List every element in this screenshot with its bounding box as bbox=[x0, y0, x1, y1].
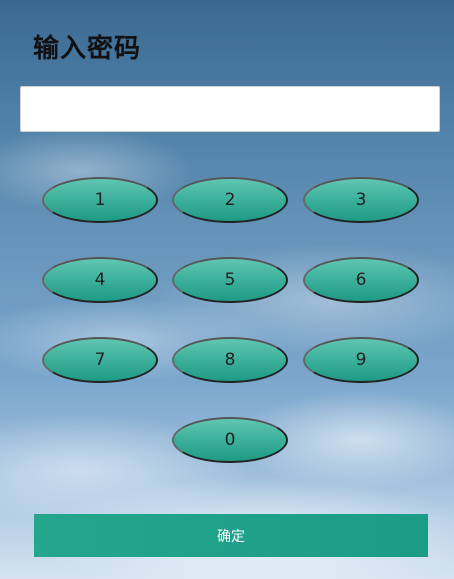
keypad-key-2[interactable]: 2 bbox=[172, 177, 288, 223]
keypad-key-7[interactable]: 7 bbox=[42, 337, 158, 383]
keypad-key-5[interactable]: 5 bbox=[172, 257, 288, 303]
password-input[interactable] bbox=[20, 86, 440, 132]
keypad-key-1[interactable]: 1 bbox=[42, 177, 158, 223]
keypad-key-4[interactable]: 4 bbox=[42, 257, 158, 303]
keypad-key-0[interactable]: 0 bbox=[172, 417, 288, 463]
password-screen: 输入密码 1 2 3 4 5 6 7 8 9 0 确定 bbox=[0, 0, 454, 579]
keypad-key-8[interactable]: 8 bbox=[172, 337, 288, 383]
keypad-key-3[interactable]: 3 bbox=[303, 177, 419, 223]
page-title: 输入密码 bbox=[33, 34, 142, 64]
confirm-button[interactable]: 确定 bbox=[34, 514, 428, 557]
keypad-key-6[interactable]: 6 bbox=[303, 257, 419, 303]
keypad-key-9[interactable]: 9 bbox=[303, 337, 419, 383]
